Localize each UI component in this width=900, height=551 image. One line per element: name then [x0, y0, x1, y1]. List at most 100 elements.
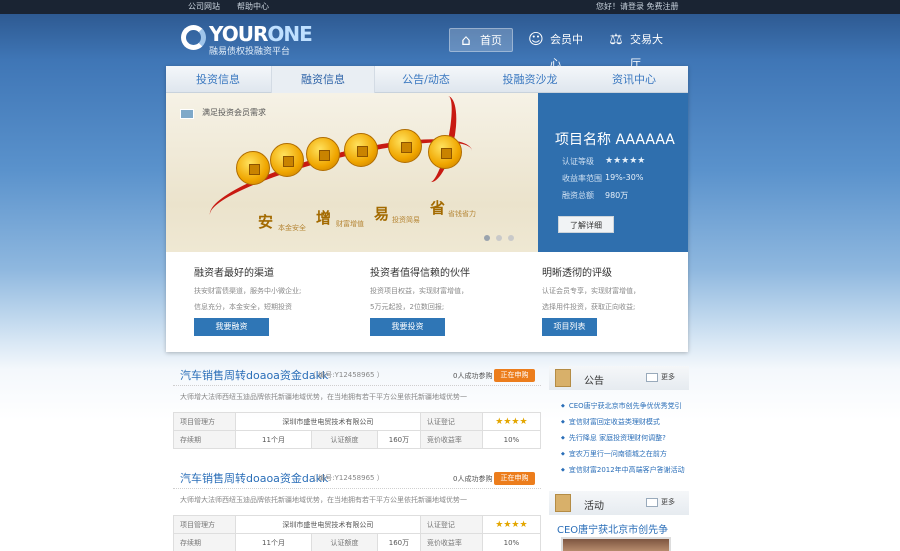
- manager-value: 深圳市盛世电贸技术有限公司: [235, 412, 421, 431]
- activities-more-link[interactable]: 更多: [646, 497, 675, 507]
- total-value: 980万: [605, 191, 629, 200]
- card-icon: [180, 109, 194, 119]
- carousel-dot[interactable]: [508, 235, 514, 241]
- logo-ring-icon: [181, 25, 206, 50]
- banner-word-safe: 安: [258, 213, 274, 231]
- rating-label: 认证等级: [562, 157, 594, 166]
- list-item[interactable]: 先行降息 家庭投资理财何调整?: [561, 430, 685, 446]
- activities-title: 活动: [584, 501, 604, 512]
- scales-icon: ⚖: [609, 30, 623, 48]
- nav-members[interactable]: ☺ 会员中心: [520, 28, 590, 70]
- more-label: 更多: [661, 373, 675, 381]
- feature-title: 投资者值得信赖的伙伴: [370, 268, 470, 279]
- subscriber-count: 0人成功参购: [453, 372, 493, 380]
- term-value: 11个月: [235, 430, 312, 449]
- feature-rating: 明晰透彻的评级 认证会员专享，实现财富增值， 选择用件投资，获取正向收益; 项目…: [542, 264, 702, 336]
- project-description: 大师增大法师西纽玉迪品牌依托新疆地域优势，在当地拥有若干平方公里依托新疆地域优势…: [180, 393, 467, 401]
- tab-financing-info[interactable]: 融资信息: [271, 66, 375, 93]
- promo-banner[interactable]: 满足投资会员需求 安 本金安全 增 财富增值 易 投资简易 省 省钱省力: [166, 93, 538, 252]
- nav-home[interactable]: ⌂ 首页: [449, 28, 513, 52]
- project-number: （ 编号:Y12458965 ）: [309, 371, 384, 379]
- table-row: 存续期 11个月 认证额度 160万 竞价收益率 10%: [173, 430, 542, 449]
- site-logo[interactable]: YOURONE 融易债权投融资平台: [181, 22, 313, 57]
- rating-stars: ★★★★★: [605, 156, 646, 166]
- carousel-dot[interactable]: [496, 235, 502, 241]
- activity-headline-link[interactable]: CEO唐宁获北京市创先争: [557, 521, 668, 536]
- feature-title: 融资者最好的渠道: [194, 268, 274, 279]
- login-register-links[interactable]: 您好！请登录 免费注册: [596, 1, 679, 12]
- list-item[interactable]: CEO唐宁获北京市创先争优优秀党引: [561, 398, 685, 414]
- cert-stars: ★★★★: [481, 515, 542, 534]
- banner-subword-save: 省钱省力: [448, 210, 476, 218]
- list-item[interactable]: 宜信财富2012年中高端客户答谢活动: [561, 462, 685, 478]
- feature-line: 5万元起投，2位数回报;: [370, 303, 445, 311]
- nav-home-label: 首页: [480, 34, 502, 47]
- company-site-link[interactable]: 公司网站: [188, 1, 220, 12]
- members-icon: ☺: [528, 30, 544, 48]
- more-icon: [646, 497, 658, 507]
- project-list-button[interactable]: 项目列表: [542, 318, 597, 336]
- top-bar: 公司网站 帮助中心 您好！请登录 免费注册: [0, 0, 900, 14]
- list-item[interactable]: 宜信财富回定收益类理财模式: [561, 414, 685, 430]
- amount-value: 160万: [377, 430, 421, 449]
- feature-title: 明晰透彻的评级: [542, 268, 612, 279]
- tab-news[interactable]: 资讯中心: [582, 66, 686, 93]
- nav-trading-hall[interactable]: ⚖ 交易大厅: [600, 28, 672, 70]
- coin-icon: [344, 133, 378, 167]
- activities-box: 活动 更多 CEO唐宁获北京市创先争: [549, 491, 689, 551]
- term-label: 存续期: [173, 533, 236, 551]
- carousel-dots: [484, 230, 520, 244]
- nav-trading-label: 交易大厅: [630, 33, 663, 70]
- project-highlight: 项目名称 AAAAAA 认证等级 ★★★★★ 收益率范围 19%-30% 融资总…: [538, 93, 688, 252]
- total-label: 融资总额: [562, 191, 594, 200]
- amount-label: 认证额度: [311, 533, 378, 551]
- table-row: 项目管理方 深圳市盛世电贸技术有限公司 认证登记 ★★★★: [173, 412, 542, 431]
- feature-line: 扶安财富债渠道，服务中小微企业;: [194, 287, 302, 295]
- invest-button[interactable]: 我要投资: [370, 318, 445, 336]
- coin-icon: [270, 143, 304, 177]
- list-item[interactable]: 宜农万里行一问南德城之在前方: [561, 446, 685, 462]
- feature-investing: 投资者值得信赖的伙伴 投资项目权益，实现财富增值， 5万元起投，2位数回报; 我…: [370, 264, 530, 336]
- feature-panel: 投资信息 融资信息 公告/动态 投融资沙龙 资讯中心 满足投资会员需求 安 本金…: [166, 66, 688, 352]
- coin-icon: [306, 137, 340, 171]
- divider: [173, 488, 541, 489]
- activity-photo[interactable]: [561, 537, 671, 551]
- term-value: 11个月: [235, 533, 312, 551]
- tab-salon[interactable]: 投融资沙龙: [478, 66, 582, 93]
- yield-label: 竞价收益率: [419, 430, 483, 449]
- table-row: 项目管理方 深圳市盛世电贸技术有限公司 认证登记 ★★★★: [173, 515, 542, 534]
- financing-button[interactable]: 我要融资: [194, 318, 269, 336]
- project-title-link[interactable]: 汽车销售周转doaoa资金dakk: [180, 470, 328, 486]
- tab-invest-info[interactable]: 投资信息: [166, 66, 270, 93]
- learn-more-button[interactable]: 了解详细: [558, 216, 614, 233]
- project-name: 项目名称 AAAAAA: [555, 132, 675, 148]
- banner-word-grow: 增: [316, 209, 332, 227]
- yield-value: 10%: [481, 430, 542, 449]
- feature-line: 认证会员专享，实现财富增值，: [542, 287, 640, 295]
- carousel-dot[interactable]: [484, 235, 490, 241]
- banner-caption: 满足投资会员需求: [202, 108, 266, 117]
- banner-subword-grow: 财富增值: [336, 220, 364, 228]
- feature-line: 投资项目权益，实现财富增值，: [370, 287, 468, 295]
- coin-icon: [388, 129, 422, 163]
- banner-subword-safe: 本金安全: [278, 224, 306, 232]
- project-description: 大师增大法师西纽玉迪品牌依托新疆地域优势，在当地拥有若干平方公里依托新疆地域优势…: [180, 496, 467, 504]
- project-title-link[interactable]: 汽车销售周转doaoa资金dakk: [180, 367, 328, 383]
- help-center-link[interactable]: 帮助中心: [237, 1, 269, 12]
- home-icon: ⌂: [461, 31, 471, 49]
- coin-icon: [236, 151, 270, 185]
- announcements-more-link[interactable]: 更多: [646, 372, 675, 382]
- tab-announcements[interactable]: 公告/动态: [374, 66, 478, 93]
- feature-line: 信息充分，本金安全，短期投资: [194, 303, 292, 311]
- subscriber-count: 0人成功参购: [453, 475, 493, 483]
- subscribe-button[interactable]: 正在申购: [494, 472, 535, 485]
- term-label: 存续期: [173, 430, 236, 449]
- yield-label: 收益率范围: [562, 174, 602, 183]
- yield-value: 10%: [481, 533, 542, 551]
- project-details-table: 项目管理方 深圳市盛世电贸技术有限公司 认证登记 ★★★★ 存续期 11个月 认…: [173, 515, 542, 551]
- manager-label: 项目管理方: [173, 515, 236, 534]
- more-icon: [646, 372, 658, 382]
- subscribe-button[interactable]: 正在申购: [494, 369, 535, 382]
- more-label: 更多: [661, 498, 675, 506]
- category-tabs: 投资信息 融资信息 公告/动态 投融资沙龙 资讯中心: [166, 66, 688, 93]
